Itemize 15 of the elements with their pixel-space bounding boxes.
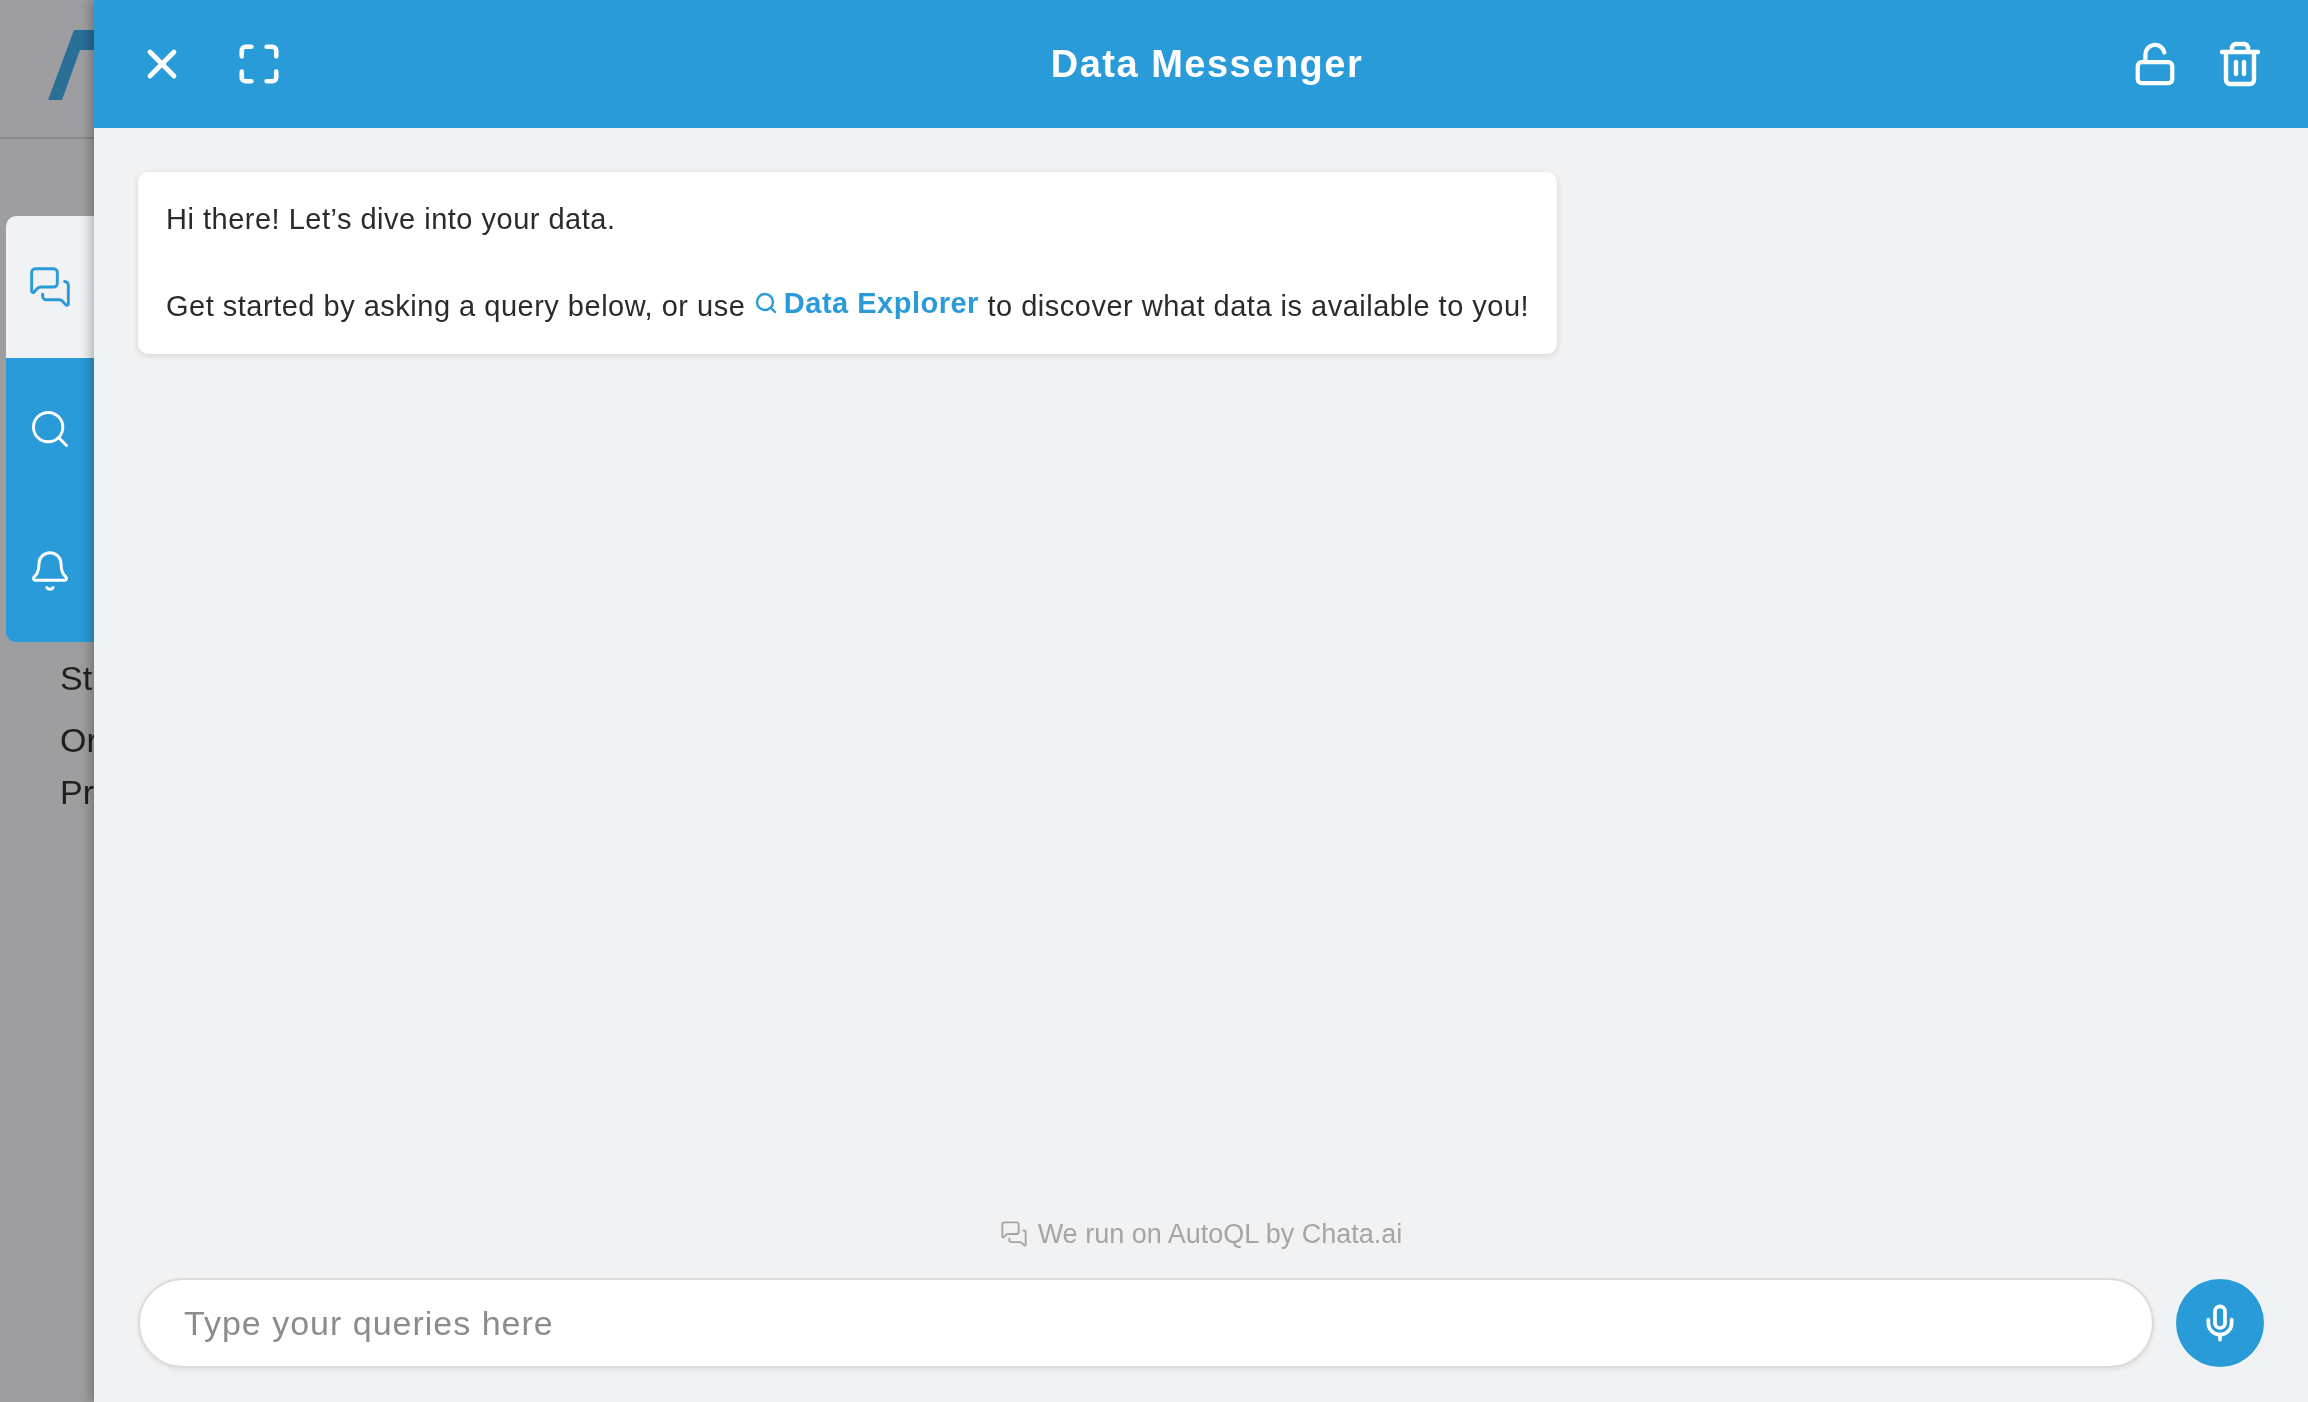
- credit-text: We run on AutoQL by Chata.ai: [1037, 1217, 1403, 1251]
- query-input[interactable]: Type your queries here: [138, 1278, 2154, 1368]
- page-text: Or: [60, 720, 98, 761]
- sidebar-tab[interactable]: [6, 216, 94, 358]
- fullscreen-icon: [236, 41, 282, 87]
- fullscreen-button[interactable]: [236, 41, 282, 87]
- window-title: Data Messenger: [1050, 41, 1364, 87]
- data-explorer-link[interactable]: Data Explorer: [753, 281, 979, 325]
- chat-icon: [28, 265, 72, 309]
- page-text: Pr: [60, 772, 95, 813]
- chat-icon: [999, 1219, 1028, 1248]
- greeting-text: Hi there! Let’s dive into your data.: [166, 202, 617, 237]
- page-text: St: [60, 658, 94, 699]
- search-icon: [753, 291, 778, 316]
- prompt-text: Get started by asking a query below, or use Data Explorer to discover what data is available to you!: [166, 281, 1530, 328]
